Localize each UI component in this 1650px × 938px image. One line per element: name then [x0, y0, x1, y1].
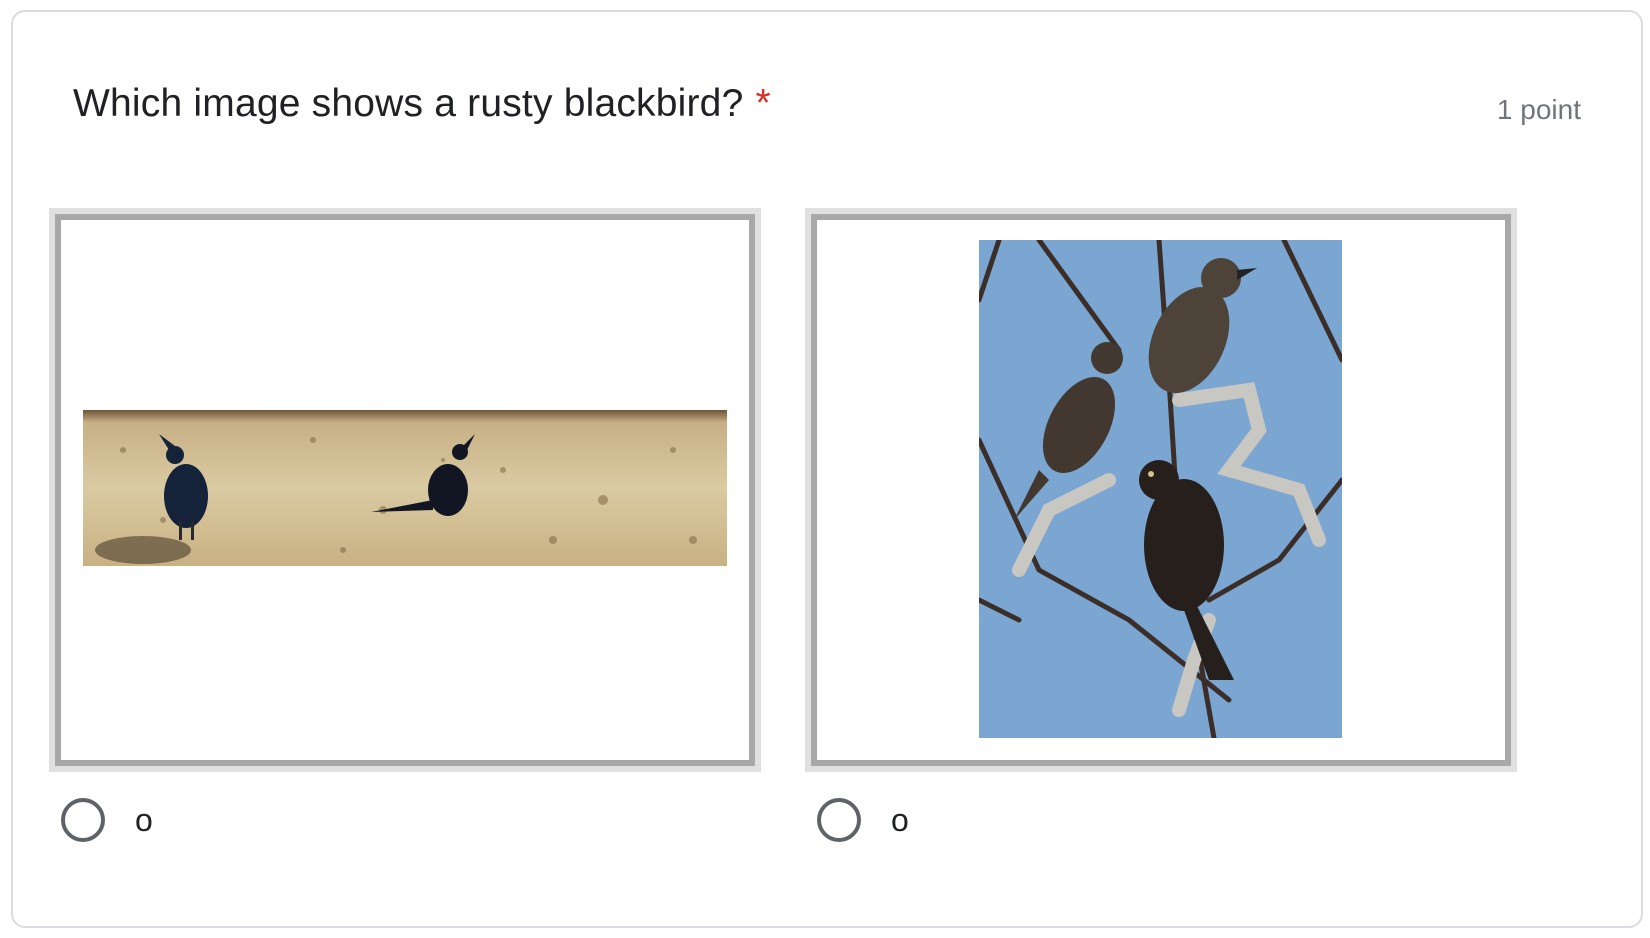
required-asterisk: * [755, 82, 771, 125]
option-1-image-frame[interactable] [49, 208, 761, 772]
option-2-choice: o [817, 790, 909, 850]
option-2: o [805, 208, 1517, 842]
option-2-image-frame[interactable] [805, 208, 1517, 772]
option-1-choice: o [61, 790, 153, 850]
question-title: Which image shows a rusty blackbird? * [73, 82, 771, 126]
question-header: Which image shows a rusty blackbird? * 1 … [73, 74, 1581, 134]
option-1-radio[interactable] [61, 798, 105, 842]
option-2-image-border [811, 214, 1511, 766]
three-blackbirds-in-tree-photo [979, 240, 1342, 738]
points-label: 1 point [1496, 94, 1581, 125]
option-1: o [49, 208, 761, 842]
option-2-radio[interactable] [817, 798, 861, 842]
question-title-text: Which image shows a rusty blackbird? [73, 82, 744, 125]
option-1-image-border [55, 214, 755, 766]
option-1-label: o [135, 801, 153, 838]
two-grackles-on-sand-photo [83, 410, 727, 566]
option-2-label: o [891, 801, 909, 838]
